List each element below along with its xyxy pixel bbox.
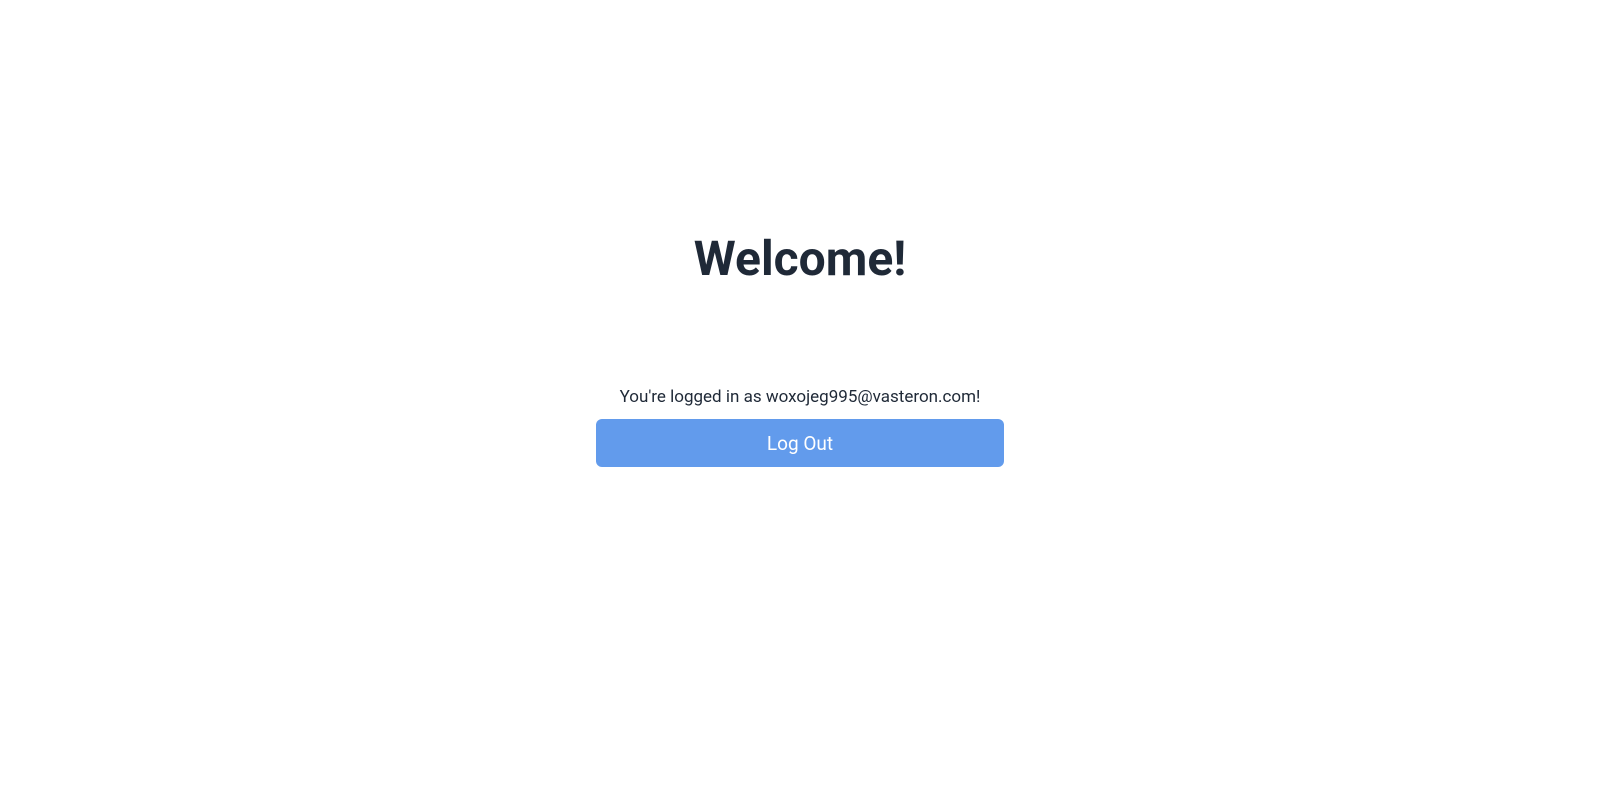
login-status-text: You're logged in as woxojeg995@vasteron.… [620,387,981,407]
status-prefix: You're logged in as [620,387,766,407]
logout-button[interactable]: Log Out [596,419,1004,467]
page-title: Welcome! [694,230,906,287]
user-email: woxojeg995@vasteron.com [766,387,976,407]
welcome-container: Welcome! You're logged in as woxojeg995@… [596,230,1004,467]
status-suffix: ! [976,387,980,407]
